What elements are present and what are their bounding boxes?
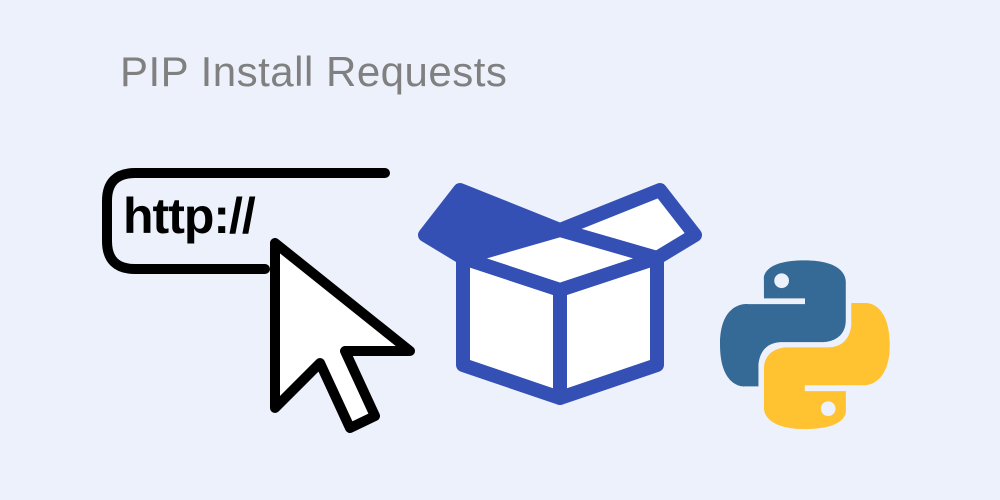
python-logo-icon (720, 260, 890, 430)
page-title: PIP Install Requests (120, 48, 507, 96)
http-url-graphic: http:// (95, 165, 395, 425)
http-protocol-label: http:// (123, 187, 255, 245)
package-box-icon (415, 140, 705, 430)
